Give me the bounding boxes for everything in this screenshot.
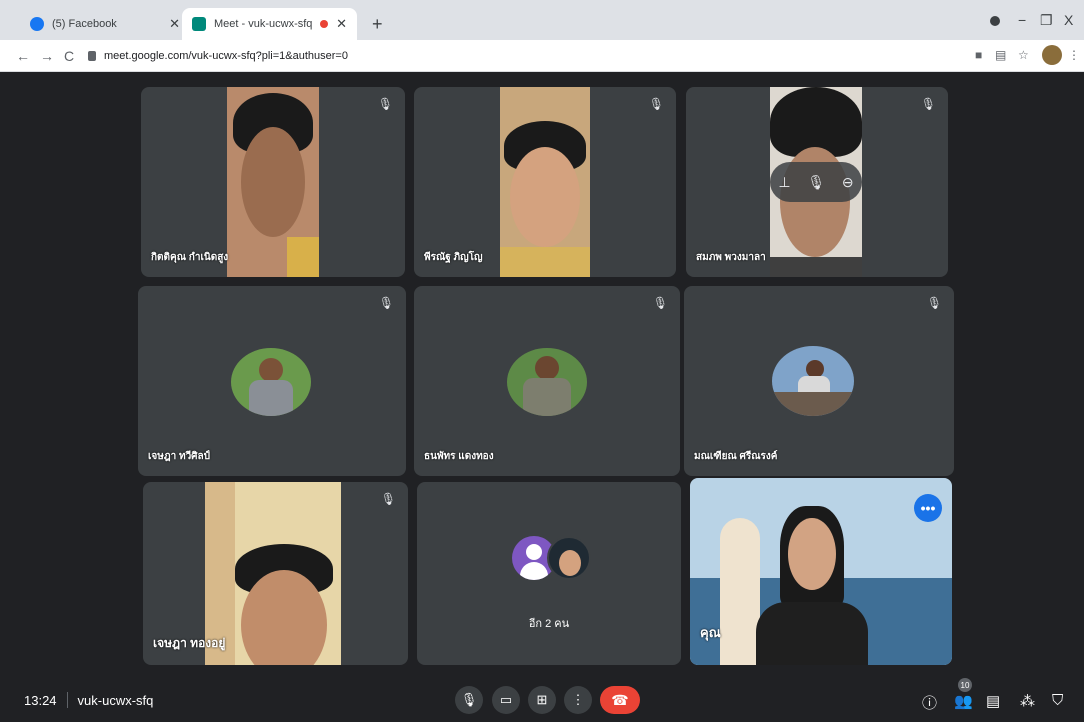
- mic-off-icon: 🎙︎: [648, 97, 664, 111]
- participant-avatar: [547, 536, 591, 580]
- meeting-controls-bar: 13:24 vuk-ucwx-sfq 🎙︎ ▭ ⊞ ⋮ ☎ ⓘ 👥 ▤ ⁂ ⛉: [0, 678, 1084, 722]
- new-tab-button[interactable]: +: [372, 14, 383, 35]
- camera-icon: ▭: [499, 692, 513, 707]
- close-icon[interactable]: ✕: [336, 16, 347, 32]
- more-options-button[interactable]: ⋮: [564, 686, 592, 714]
- more-participants-label: อีก 2 คน: [528, 618, 570, 630]
- minimize-button[interactable]: −: [1018, 12, 1026, 28]
- translate-icon[interactable]: ▤: [995, 48, 1006, 62]
- meet-icon: [192, 17, 206, 31]
- participant-avatar: [772, 346, 854, 416]
- tab-title: Meet - vuk-ucwx-sfq: [214, 18, 313, 30]
- camera-indicator-icon[interactable]: ■: [975, 48, 982, 62]
- camera-button[interactable]: ▭: [492, 686, 520, 714]
- participant-name: กิตติคุณ กำเนิดสูง: [151, 252, 229, 263]
- recording-icon: [320, 20, 329, 28]
- hangup-icon: ☎: [611, 691, 629, 708]
- remove-icon[interactable]: ⊖: [842, 174, 854, 191]
- mic-off-icon: 🎙︎: [377, 97, 393, 111]
- url-text: meet.google.com/vuk-ucwx-sfq?pli=1&authu…: [104, 50, 348, 62]
- self-view-tile[interactable]: ••• คุณ: [690, 478, 952, 665]
- back-icon[interactable]: ←: [16, 48, 30, 64]
- profile-icon[interactable]: [990, 16, 1000, 26]
- menu-icon[interactable]: ⋮: [1068, 48, 1080, 62]
- bookmark-star-icon[interactable]: ☆: [1018, 48, 1029, 62]
- mic-off-icon: 🎙︎: [380, 492, 396, 506]
- mic-off-icon: 🎙︎: [378, 296, 394, 310]
- mic-off-icon: 🎙︎: [920, 97, 936, 111]
- self-video: [690, 478, 952, 665]
- reload-icon[interactable]: C: [64, 48, 74, 64]
- host-controls-icon[interactable]: ⛉: [1052, 692, 1063, 709]
- close-window-button[interactable]: X: [1064, 12, 1073, 28]
- participant-tile[interactable]: 🎙︎ กิตติคุณ กำเนิดสูง: [141, 87, 405, 277]
- meeting-code: vuk-ucwx-sfq: [77, 692, 154, 708]
- participant-tile[interactable]: 🎙︎ เจษฎา ทองอยู่: [143, 482, 408, 665]
- participant-avatar: [507, 348, 587, 416]
- tab-facebook[interactable]: (5) Facebook ✕: [20, 8, 190, 40]
- participant-tile[interactable]: 🎙︎ พีรณัฐ ภิญโญ: [414, 87, 676, 277]
- participant-name: มณเฑียณ ศรีณรงค์: [694, 451, 778, 462]
- participant-name: เจษฎา ทวีศิลป์: [148, 451, 211, 462]
- participant-count-badge: 10: [958, 678, 972, 692]
- clock: 13:24: [24, 692, 57, 708]
- mic-off-icon: 🎙︎: [652, 296, 668, 310]
- leave-call-button[interactable]: ☎: [600, 686, 640, 714]
- pin-icon[interactable]: ⊥: [778, 174, 790, 191]
- more-participants-tile[interactable]: อีก 2 คน: [417, 482, 681, 665]
- meeting-info: 13:24 vuk-ucwx-sfq: [24, 692, 153, 708]
- participant-video: [205, 482, 341, 665]
- chat-icon[interactable]: ▤: [986, 692, 1000, 710]
- tab-title: (5) Facebook: [52, 18, 117, 30]
- forward-icon[interactable]: →: [40, 48, 54, 64]
- mute-icon[interactable]: 🎙︎: [807, 174, 825, 191]
- close-icon[interactable]: ✕: [169, 16, 180, 32]
- facebook-icon: [30, 17, 44, 31]
- divider: [66, 692, 68, 708]
- browser-tab-bar: (5) Facebook ✕ Meet - vuk-ucwx-sfq ✕ + −…: [0, 0, 1084, 40]
- lock-icon: [88, 51, 96, 61]
- tab-meet[interactable]: Meet - vuk-ucwx-sfq ✕: [182, 8, 357, 40]
- people-icon[interactable]: 👥: [954, 692, 973, 710]
- mic-off-icon: 🎙︎: [926, 296, 942, 310]
- participant-avatar: [231, 348, 311, 416]
- microphone-button[interactable]: 🎙︎: [455, 686, 483, 714]
- activities-icon[interactable]: ⁂: [1020, 692, 1035, 710]
- present-icon: ⊞: [536, 692, 548, 707]
- participant-tile[interactable]: 🎙︎ มณเฑียณ ศรีณรงค์: [684, 286, 954, 476]
- participant-name: พีรณัฐ ภิญโญ: [424, 252, 483, 263]
- restore-button[interactable]: ❐: [1040, 12, 1053, 29]
- present-button[interactable]: ⊞: [528, 686, 556, 714]
- chrome-avatar[interactable]: [1042, 45, 1062, 65]
- participant-video: [227, 87, 319, 277]
- more-options-button[interactable]: •••: [914, 494, 942, 522]
- participant-tile[interactable]: 🎙︎ ธนพัทร แดงทอง: [414, 286, 680, 476]
- participant-name: ธนพัทร แดงทอง: [424, 451, 494, 462]
- participant-tile[interactable]: 🎙︎ เจษฎา ทวีศิลป์: [138, 286, 406, 476]
- self-name: คุณ: [700, 625, 721, 640]
- address-bar: ← → C meet.google.com/vuk-ucwx-sfq?pli=1…: [0, 40, 1084, 72]
- more-vert-icon: ⋮: [571, 692, 585, 707]
- microphone-icon: 🎙︎: [460, 692, 478, 707]
- participant-video: [500, 87, 590, 277]
- tile-hover-controls: ⊥ 🎙︎ ⊖: [770, 162, 862, 202]
- participant-name: สมภพ พวงมาลา: [696, 252, 766, 263]
- participant-name: เจษฎา ทองอยู่: [153, 636, 226, 650]
- url-field[interactable]: meet.google.com/vuk-ucwx-sfq?pli=1&authu…: [88, 45, 968, 67]
- info-icon[interactable]: ⓘ: [922, 692, 937, 713]
